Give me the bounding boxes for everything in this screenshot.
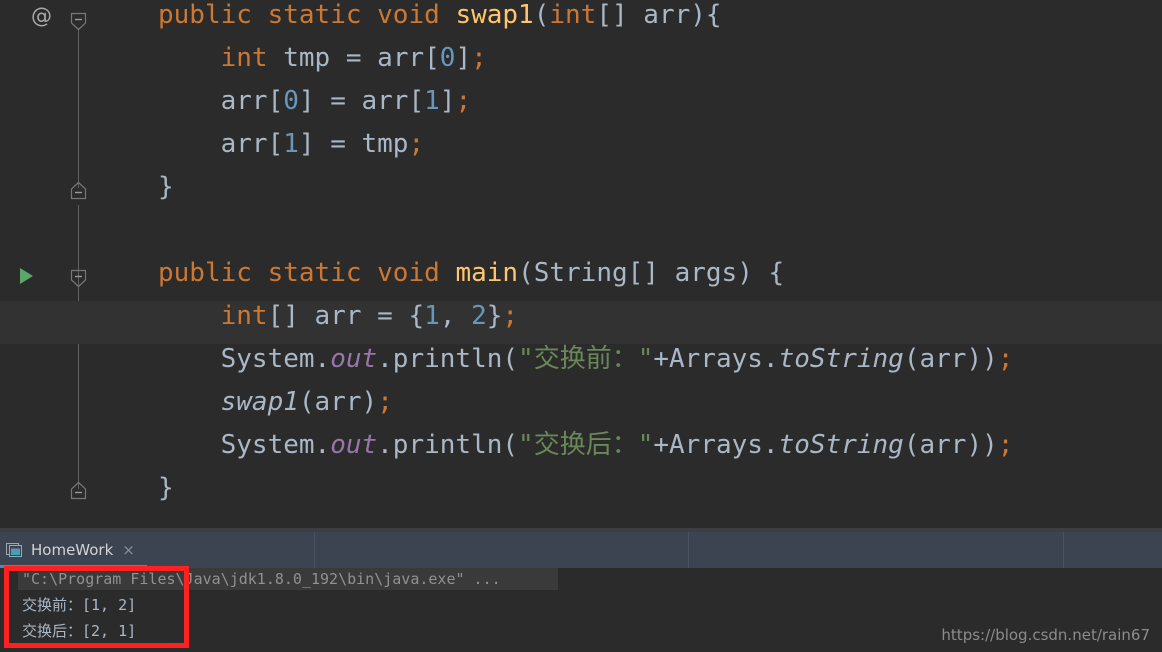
fold-marker-end-main[interactable] xyxy=(69,481,88,500)
tab-homework-label: HomeWork xyxy=(31,541,114,559)
line-swap1-close[interactable]: } xyxy=(158,166,174,209)
tab-close-icon[interactable]: × xyxy=(122,542,135,558)
tabstrip-panel-2 xyxy=(315,532,688,568)
line-main-signature[interactable]: public static void main(String[] args) { xyxy=(158,252,784,295)
tabstrip-panel-3 xyxy=(689,532,1063,568)
fold-line-swap1 xyxy=(78,28,79,188)
code-surface[interactable]: public static void swap1(int[] arr){ int… xyxy=(0,0,1162,528)
line-println-after[interactable]: System.out.println("交换后："+Arrays.toStrin… xyxy=(158,424,1014,467)
line-tmp-assign[interactable]: int tmp = arr[0]; xyxy=(158,37,487,80)
line-swap1-signature[interactable]: public static void swap1(int[] arr){ xyxy=(158,0,722,37)
tabstrip-panel-4 xyxy=(1064,532,1162,568)
console-output-line-before: 交换前：[1, 2] xyxy=(22,596,137,614)
watermark-text: https://blog.csdn.net/rain67 xyxy=(941,626,1150,644)
console-output-line-after: 交换后：[2, 1] xyxy=(22,622,137,640)
tab-homework[interactable]: HomeWork × xyxy=(0,532,147,568)
line-arr-init[interactable]: int[] arr = {1, 2}; xyxy=(158,295,518,338)
tabstrip-divider-3 xyxy=(1063,532,1064,568)
line-swap1-call[interactable]: swap1(arr); xyxy=(158,381,393,424)
line-println-before[interactable]: System.out.println("交换前："+Arrays.toStrin… xyxy=(158,338,1014,381)
tabstrip-divider-1 xyxy=(314,532,315,568)
fold-marker-collapse-main[interactable] xyxy=(69,269,88,288)
fold-marker-end-swap1[interactable] xyxy=(69,181,88,200)
line-main-close[interactable]: } xyxy=(158,467,174,510)
code-editor[interactable]: @ public static void swap1(int[] arr){i… xyxy=(0,0,1162,528)
run-arrow-icon[interactable] xyxy=(20,268,33,284)
tabstrip-divider-2 xyxy=(688,532,689,568)
line-arr0-assign[interactable]: arr[0] = arr[1]; xyxy=(158,80,471,123)
fold-marker-collapse-swap1[interactable] xyxy=(69,12,88,31)
line-arr1-assign[interactable]: arr[1] = tmp; xyxy=(158,123,425,166)
tool-window-tabstrip[interactable]: HomeWork × xyxy=(0,528,1162,568)
tabstrip-panel-1 xyxy=(147,532,314,568)
console-command-line: "C:\Program Files\Java\jdk1.8.0_192\bin\… xyxy=(22,570,501,588)
editor-gutter[interactable]: @ xyxy=(0,0,95,528)
console-window-icon xyxy=(6,542,23,558)
annotation-at-icon: @ xyxy=(31,4,52,28)
